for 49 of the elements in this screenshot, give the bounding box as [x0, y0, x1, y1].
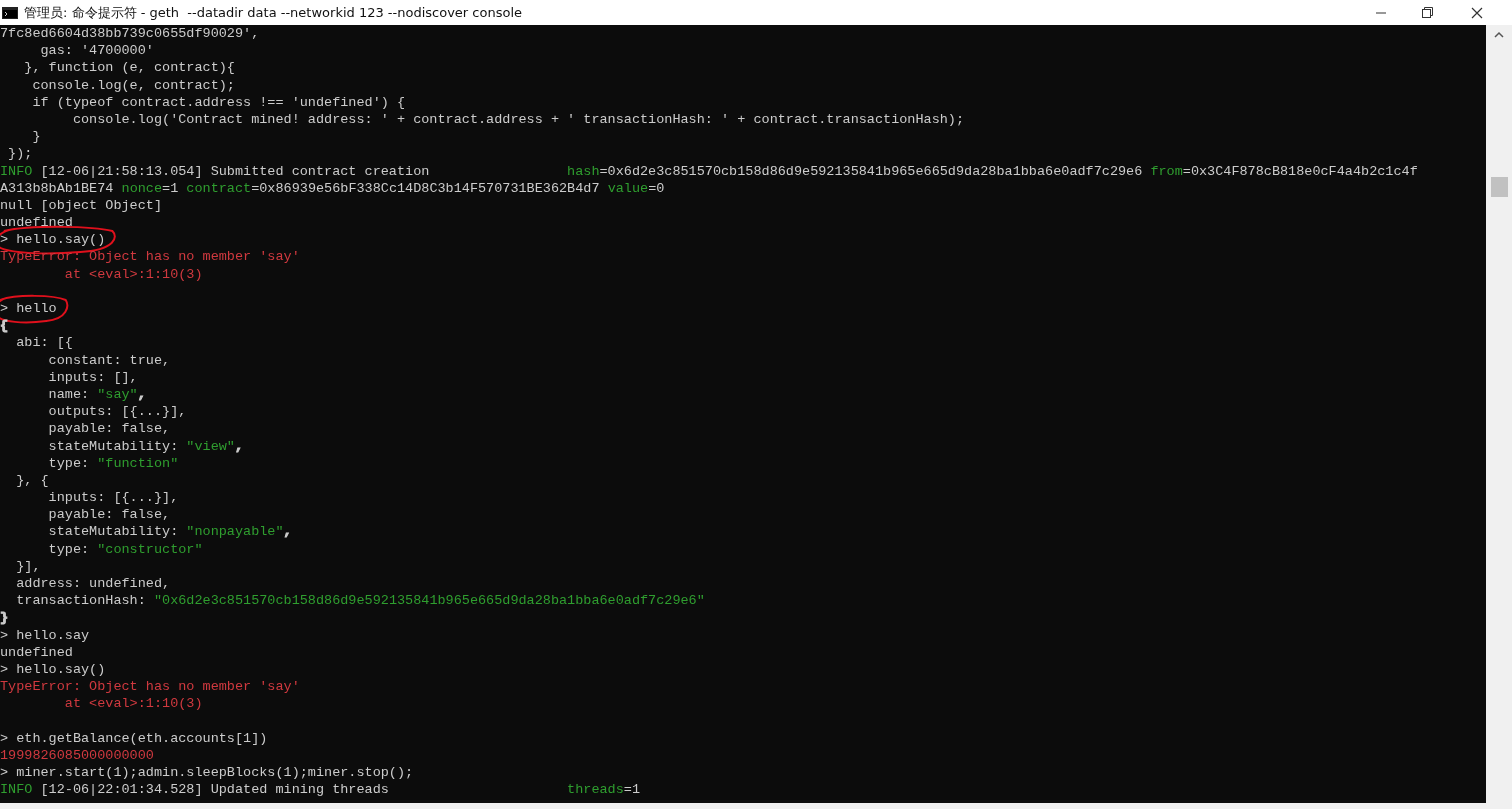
console-line: > hello.say — [0, 626, 90, 644]
close-icon — [1471, 6, 1483, 19]
console-line: at <eval>:1:10(3) — [63, 695, 203, 713]
console-line: 7fc8ed6604d38bb739c0655df90029', — [0, 25, 260, 43]
console-line: } — [31, 128, 41, 146]
console-line: stateMutability: "nonpayable", — [47, 523, 292, 541]
console-line: }, { — [15, 471, 49, 490]
console-line: inputs: [{...}], — [47, 489, 179, 507]
console-line: INFO [12-06|21:58:13.054] Submitted contract creation hash=0x6d2e3c851570cb158d86d9e592135841b965e665d9da28ba1bba6e0adf7c29e6 from=0x3C4F878cB818e0cF4a4b2c1c4f — [0, 162, 1418, 180]
console-line: > hello.say() — [0, 231, 106, 249]
console-line: payable: false, — [47, 420, 171, 438]
console-line: gas: '4700000' — [39, 42, 154, 60]
console-line: name: "say", — [47, 385, 146, 404]
console-line: > eth.getBalance(eth.accounts[1]) — [0, 729, 268, 747]
console-line: type: "function" — [47, 454, 179, 472]
console-line: }], — [15, 557, 41, 575]
console-icon — [2, 6, 18, 19]
restore-icon — [1421, 7, 1433, 18]
console-line: at <eval>:1:10(3) — [63, 265, 203, 283]
console-line: }, function (e, contract){ — [23, 59, 235, 77]
console-line: payable: false, — [47, 506, 171, 524]
console-line: address: undefined, — [15, 575, 171, 593]
console-line: constant: true, — [47, 351, 171, 369]
console-line: console.log('Contract mined! address: ' + contract.address + ' transactionHash: ' + contract.transactionHash); — [71, 110, 965, 129]
console-line: abi: [{ — [15, 334, 73, 352]
console-line: console.log(e, contract); — [31, 76, 235, 94]
console-line: > miner.start(1);admin.sleepBlocks(1);miner.stop(); — [0, 764, 414, 782]
console-line: stateMutability: "view", — [47, 437, 244, 455]
console-line: > hello — [0, 300, 57, 318]
console-line: A313b8bAb1BE74 nonce=1 contract=0x86939e56bF338Cc14D8C3b14F570731BE362B4d7 value=0 — [0, 179, 665, 197]
console-line: }); — [7, 145, 33, 163]
scrollbar-thumb[interactable] — [1490, 177, 1508, 197]
console-line: outputs: [{...}], — [47, 403, 187, 421]
console-line: inputs: [], — [47, 368, 138, 386]
console-line: transactionHash: "0x6d2e3c851570cb158d86d9e592135841b965e665d9da28ba1bba6e0adf7c29e6" — [15, 592, 705, 610]
console-line: 1999826085000000000 — [0, 746, 154, 765]
console-line: INFO [12-06|22:01:34.528] Updated mining threads threads=1 — [0, 781, 640, 799]
console-line: type: "constructor" — [47, 540, 203, 558]
console-line: TypeError: Object has no member 'say' — [0, 678, 300, 696]
console-line: undefined — [0, 214, 73, 232]
console-line: if (typeof contract.address !== 'undefined') { — [31, 93, 406, 111]
console-line: TypeError: Object has no member 'say' — [0, 248, 300, 266]
console-line: null [object Object] — [0, 196, 163, 215]
console-line: { — [0, 317, 9, 335]
console-line: } — [0, 609, 9, 627]
window-title: 管理员: 命令提示符 - geth --datadir data --networkid 123 --nodiscover console — [24, 3, 523, 22]
minimize-icon — [1376, 11, 1386, 14]
console-line: > hello.say() — [0, 660, 106, 679]
console-line: undefined — [0, 643, 73, 661]
